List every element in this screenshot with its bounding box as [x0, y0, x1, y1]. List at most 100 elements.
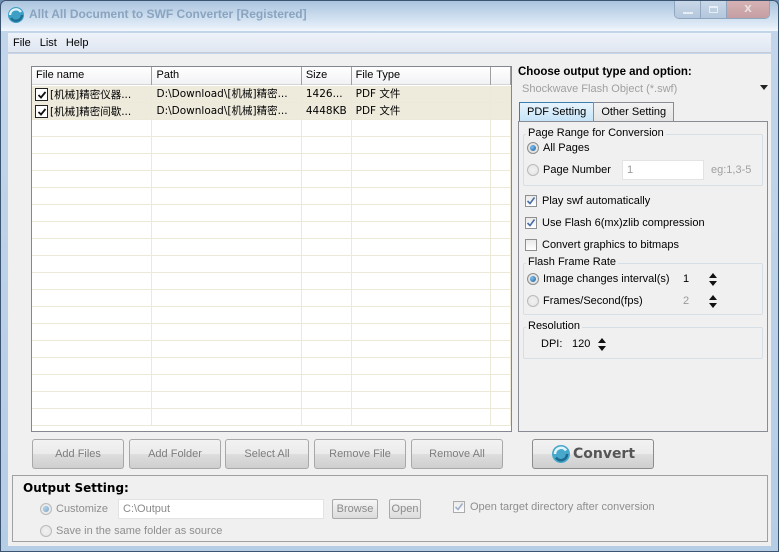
page-number-label: Page Number	[543, 164, 611, 176]
remove-file-button[interactable]: Remove File	[314, 439, 406, 469]
empty-cell	[32, 290, 153, 307]
menu-bar: File List Help	[8, 33, 771, 53]
empty-cell	[352, 120, 492, 137]
app-window: Allt All Document to SWF Converter [Regi…	[0, 0, 779, 552]
remove-all-button[interactable]: Remove All	[411, 439, 503, 469]
empty-cell	[491, 205, 511, 222]
empty-row	[32, 188, 511, 205]
spinner-arrows-icon[interactable]	[709, 294, 717, 308]
column-file-name[interactable]: File name	[32, 67, 153, 85]
output-path-input[interactable]: C:\Output	[118, 499, 324, 519]
empty-cell	[152, 222, 302, 239]
fps-label: Frames/Second(fps)	[543, 295, 643, 307]
empty-cell	[302, 171, 352, 188]
customize-option[interactable]: Customize	[40, 503, 108, 515]
all-pages-option[interactable]: All Pages	[527, 142, 589, 154]
use-flash6-checkbox[interactable]	[525, 217, 537, 229]
same-folder-label: Save in the same folder as source	[56, 525, 223, 537]
empty-cell	[491, 222, 511, 239]
interval-option[interactable]: Image changes interval(s)	[527, 273, 670, 285]
column-size[interactable]: Size	[302, 67, 352, 85]
play-swf-option[interactable]: Play swf automatically	[525, 195, 650, 207]
fps-radio[interactable]	[527, 295, 539, 307]
empty-cell	[352, 273, 492, 290]
empty-cell	[302, 409, 352, 426]
output-setting-group: Output Setting: Customize C:\Output Brow…	[12, 475, 768, 542]
use-flash6-option[interactable]: Use Flash 6(mx)zlib compression	[525, 217, 705, 229]
open-after-label: Open target directory after conversion	[470, 501, 655, 513]
empty-cell	[32, 188, 153, 205]
empty-row	[32, 256, 511, 273]
menu-list[interactable]: List	[40, 37, 57, 49]
tab-pdf-setting[interactable]: PDF Setting	[519, 102, 595, 121]
all-pages-radio[interactable]	[527, 142, 539, 154]
spinner-arrows-icon[interactable]	[709, 272, 717, 286]
file-list[interactable]: File name Path Size File Type [机械]精密仪器..…	[31, 66, 512, 432]
empty-cell	[32, 120, 153, 137]
empty-cell	[302, 256, 352, 273]
empty-cell	[491, 239, 511, 256]
minimize-button[interactable]	[675, 1, 701, 18]
file-path: D:\Download\[机械]精密...	[152, 86, 302, 103]
open-after-checkbox[interactable]	[453, 501, 465, 513]
empty-cell	[152, 273, 302, 290]
dpi-label: DPI:	[541, 338, 563, 350]
empty-cell	[302, 290, 352, 307]
empty-cell	[152, 120, 302, 137]
empty-cell	[352, 154, 492, 171]
maximize-button[interactable]	[701, 1, 727, 18]
open-button[interactable]: Open	[389, 499, 421, 519]
empty-cell	[152, 239, 302, 256]
same-folder-radio[interactable]	[40, 525, 52, 537]
page-number-option[interactable]: Page Number	[527, 164, 611, 176]
empty-cell	[491, 273, 511, 290]
interval-radio[interactable]	[527, 273, 539, 285]
empty-cell	[302, 188, 352, 205]
convert-bitmaps-option[interactable]: Convert graphics to bitmaps	[525, 239, 679, 251]
customize-label: Customize	[56, 503, 108, 515]
add-folder-button[interactable]: Add Folder	[129, 439, 221, 469]
page-number-hint: eg:1,3-5	[711, 164, 752, 176]
title-bar[interactable]: Allt All Document to SWF Converter [Regi…	[1, 1, 778, 31]
empty-cell	[491, 307, 511, 324]
open-after-option[interactable]: Open target directory after conversion	[453, 501, 655, 513]
dpi-spinner[interactable]: 120	[568, 334, 606, 354]
same-folder-option[interactable]: Save in the same folder as source	[40, 525, 222, 537]
fps-option[interactable]: Frames/Second(fps)	[527, 295, 643, 307]
column-path[interactable]: Path	[152, 67, 302, 85]
empty-row	[32, 324, 511, 341]
output-type-select[interactable]: Shockwave Flash Object (*.swf)	[518, 80, 771, 98]
file-type: PDF 文件	[352, 103, 492, 120]
empty-row	[32, 273, 511, 290]
interval-spinner[interactable]: 1	[679, 269, 717, 289]
play-swf-checkbox[interactable]	[525, 195, 537, 207]
empty-cell	[491, 375, 511, 392]
tab-other-setting[interactable]: Other Setting	[593, 102, 675, 121]
empty-cell	[491, 171, 511, 188]
convert-button[interactable]: Convert	[532, 439, 654, 469]
page-number-radio[interactable]	[527, 164, 539, 176]
empty-cell	[352, 409, 492, 426]
browse-button[interactable]: Browse	[332, 499, 378, 519]
fps-spinner[interactable]: 2	[679, 291, 717, 311]
customize-radio[interactable]	[40, 503, 52, 515]
menu-help[interactable]: Help	[66, 37, 89, 49]
convert-bitmaps-checkbox[interactable]	[525, 239, 537, 251]
window-controls: X	[674, 1, 770, 19]
check-icon	[526, 219, 536, 227]
select-all-button[interactable]: Select All	[225, 439, 309, 469]
choose-output-label: Choose output type and option:	[518, 66, 692, 78]
column-file-type[interactable]: File Type	[352, 67, 492, 85]
table-row[interactable]: [机械]精密间歇... D:\Download\[机械]精密... 4448KB…	[32, 103, 511, 120]
empty-cell	[152, 256, 302, 273]
close-button[interactable]: X	[727, 1, 769, 18]
spinner-arrows-icon[interactable]	[598, 337, 606, 351]
row-checkbox[interactable]	[35, 105, 48, 118]
row-checkbox[interactable]	[35, 88, 48, 101]
menu-file[interactable]: File	[13, 37, 31, 49]
empty-cell	[352, 290, 492, 307]
add-files-button[interactable]: Add Files	[32, 439, 124, 469]
page-number-input[interactable]: 1	[622, 160, 704, 180]
table-row[interactable]: [机械]精密仪器... D:\Download\[机械]精密... 1426..…	[32, 86, 511, 103]
empty-cell	[352, 256, 492, 273]
